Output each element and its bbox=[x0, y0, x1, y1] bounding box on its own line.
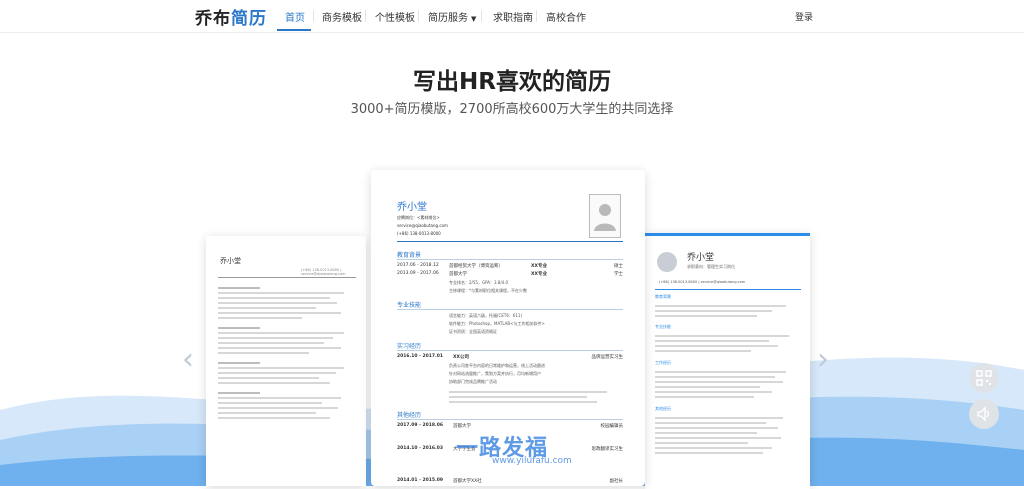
resume-body-placeholder bbox=[655, 302, 801, 320]
nav-divider bbox=[481, 10, 482, 22]
resume-phone: (+86) 138-0013-8000 bbox=[397, 231, 441, 236]
resume-divider bbox=[655, 289, 801, 290]
resume-contact: (+86) 138-0013-8000 | service@qiaobutang… bbox=[659, 280, 746, 284]
nav-item-university-cooperation[interactable]: 高校合作 bbox=[546, 9, 586, 24]
resume-body-placeholder bbox=[655, 414, 801, 457]
intern-company: XX公司 bbox=[453, 355, 469, 360]
avatar bbox=[657, 252, 677, 272]
section-title-education: 教育背景 bbox=[655, 294, 671, 299]
section-underline bbox=[397, 259, 623, 260]
site-logo[interactable]: 乔布简历 bbox=[195, 4, 267, 29]
section-underline bbox=[397, 419, 623, 420]
nav-item-resume-services[interactable]: 简历服务 ▼ bbox=[428, 9, 476, 24]
resume-intention: 求职意向：管理生实习岗位 bbox=[687, 264, 735, 269]
edu-major: XX专业 bbox=[531, 272, 547, 277]
bullet-text: 负责公司各平台内容的日常维护和运营，线上活动跟进 bbox=[449, 363, 545, 368]
nav-active-underline bbox=[277, 29, 311, 31]
bullet-text: 证书资质：全国英语资格证 bbox=[449, 329, 497, 334]
resume-email: service@qiaobutang.com bbox=[397, 223, 448, 228]
other-date: 2017.09 - 2018.06 bbox=[397, 423, 443, 428]
bullet-text: 主修课程：*与素材职位相关课程，不在少数 bbox=[449, 288, 527, 293]
hero-title: 写出HR喜欢的简历 bbox=[413, 69, 611, 95]
section-title-skills: 专业技能 bbox=[655, 324, 671, 329]
bullet-text: 软件能力：Photoshop，MATLAB<与工作相关软件> bbox=[449, 321, 545, 326]
edu-date: 2017.06 - 2018.12 bbox=[397, 263, 439, 268]
nav-item-personal-templates[interactable]: 个性模板 bbox=[375, 9, 415, 24]
nav-item-resume-services-label: 简历服务 bbox=[428, 13, 468, 24]
intern-role: 品牌运营实习生 bbox=[591, 355, 624, 360]
login-link[interactable]: 登录 bbox=[795, 10, 813, 23]
other-row: 2017.09 - 2018.06 首都大学 校园编辑员 bbox=[397, 423, 624, 429]
other-date: 2014.10 - 2016.03 bbox=[397, 446, 443, 451]
watermark-url: www.yilufafu.com bbox=[492, 456, 572, 466]
other-role: 校园编辑员 bbox=[600, 424, 624, 429]
carousel-prev-icon[interactable]: ‹ bbox=[182, 342, 194, 377]
nav-divider bbox=[313, 10, 314, 22]
other-org: 首都大学 bbox=[453, 424, 471, 429]
section-title-skills: 专业技能 bbox=[397, 302, 422, 309]
section-title-other: 其他经历 bbox=[655, 406, 671, 411]
nav-item-business-templates[interactable]: 商务模板 bbox=[322, 9, 362, 24]
edu-date: 2013.09 - 2017.06 bbox=[397, 271, 439, 276]
bullet-text: 针对网站流量推广，策划方案并执行，月均新增用户 bbox=[449, 371, 541, 376]
logo-text: 乔布 bbox=[195, 9, 231, 29]
bullet-text: 协助部门完成品牌推广活动 bbox=[449, 379, 497, 384]
resume-body-placeholder bbox=[218, 284, 358, 422]
nav-divider bbox=[536, 10, 537, 22]
nav-item-job-guide[interactable]: 求职指南 bbox=[493, 9, 533, 24]
qr-code-button[interactable] bbox=[969, 363, 999, 393]
section-underline bbox=[397, 350, 623, 351]
logo-accent-text: 简历 bbox=[231, 9, 267, 29]
edu-school: 首都大学 bbox=[449, 272, 467, 277]
section-title-internship: 实习经历 bbox=[397, 343, 422, 350]
edu-school: 首都经贸大学（博资运筹） bbox=[449, 264, 503, 269]
other-role: 思政翻译实习生 bbox=[591, 447, 624, 452]
user-silhouette-icon bbox=[594, 204, 616, 231]
resume-preview-left[interactable]: 乔小堂 (+86) 138-0013-8000 | service@qiaobu… bbox=[206, 236, 366, 486]
internship-row: 2016.10 - 2017.01 XX公司 品牌运营实习生 bbox=[397, 354, 624, 360]
qr-code-icon bbox=[976, 370, 992, 386]
resume-body-placeholder bbox=[655, 332, 801, 355]
section-underline bbox=[397, 309, 623, 310]
edu-degree: 学士 bbox=[614, 272, 623, 277]
other-org: 首都大学XX社 bbox=[453, 479, 482, 484]
chevron-down-icon: ▼ bbox=[471, 15, 477, 23]
other-role: 副社长 bbox=[609, 479, 624, 484]
resume-photo bbox=[589, 194, 621, 238]
education-row: 2017.06 - 2018.12 首都经贸大学（博资运筹） XX专业 硕士 bbox=[397, 263, 623, 269]
hero-subtitle: 3000+简历模版，2700所高校600万大学生的共同选择 bbox=[350, 102, 674, 117]
other-date: 2014.01 - 2015.09 bbox=[397, 478, 443, 483]
other-row: 2014.01 - 2015.09 首都大学XX社 副社长 bbox=[397, 478, 624, 484]
resume-divider bbox=[397, 241, 623, 242]
section-title-work: 工作经历 bbox=[655, 360, 671, 365]
carousel-next-icon[interactable]: › bbox=[817, 342, 829, 377]
resume-preview-right[interactable]: 乔小堂 求职意向：管理生实习岗位 (+86) 138-0013-8000 | s… bbox=[645, 233, 810, 489]
resume-intention: 应聘岗位：<素材岗位> bbox=[397, 215, 440, 220]
nav-item-home[interactable]: 首页 bbox=[285, 9, 305, 24]
resume-body-placeholder bbox=[655, 368, 801, 401]
resume-name: 乔小堂 bbox=[397, 202, 427, 213]
resume-contact: (+86) 138-0013-8000 | service@qiaobutang… bbox=[301, 268, 346, 276]
intern-date: 2016.10 - 2017.01 bbox=[397, 354, 443, 359]
resume-name: 乔小堂 bbox=[220, 257, 241, 265]
section-title-education: 教育背景 bbox=[397, 252, 422, 259]
resume-name: 乔小堂 bbox=[687, 253, 715, 263]
resume-body-placeholder bbox=[449, 388, 621, 406]
speaker-icon bbox=[977, 406, 990, 422]
edu-major: XX专业 bbox=[531, 264, 547, 269]
top-nav: 乔布简历 首页 商务模板 个性模板 简历服务 ▼ 求职指南 高校合作 登录 bbox=[0, 0, 1024, 33]
nav-divider bbox=[365, 10, 366, 22]
resume-divider bbox=[218, 277, 356, 278]
bullet-text: 专业排名：2/55，GPA：3.8/4.0 bbox=[449, 280, 509, 285]
education-row: 2013.09 - 2017.06 首都大学 XX专业 学士 bbox=[397, 271, 623, 277]
section-title-other: 其他经历 bbox=[397, 412, 422, 419]
bullet-text: 语言能力：英语六级，托福(CET6：611) bbox=[449, 313, 523, 318]
sound-toggle-button[interactable] bbox=[969, 399, 999, 429]
nav-divider bbox=[418, 10, 419, 22]
resume-contact-block: 应聘岗位：<素材岗位> service@qiaobutang.com (+86)… bbox=[397, 214, 448, 238]
edu-degree: 硕士 bbox=[614, 264, 623, 269]
